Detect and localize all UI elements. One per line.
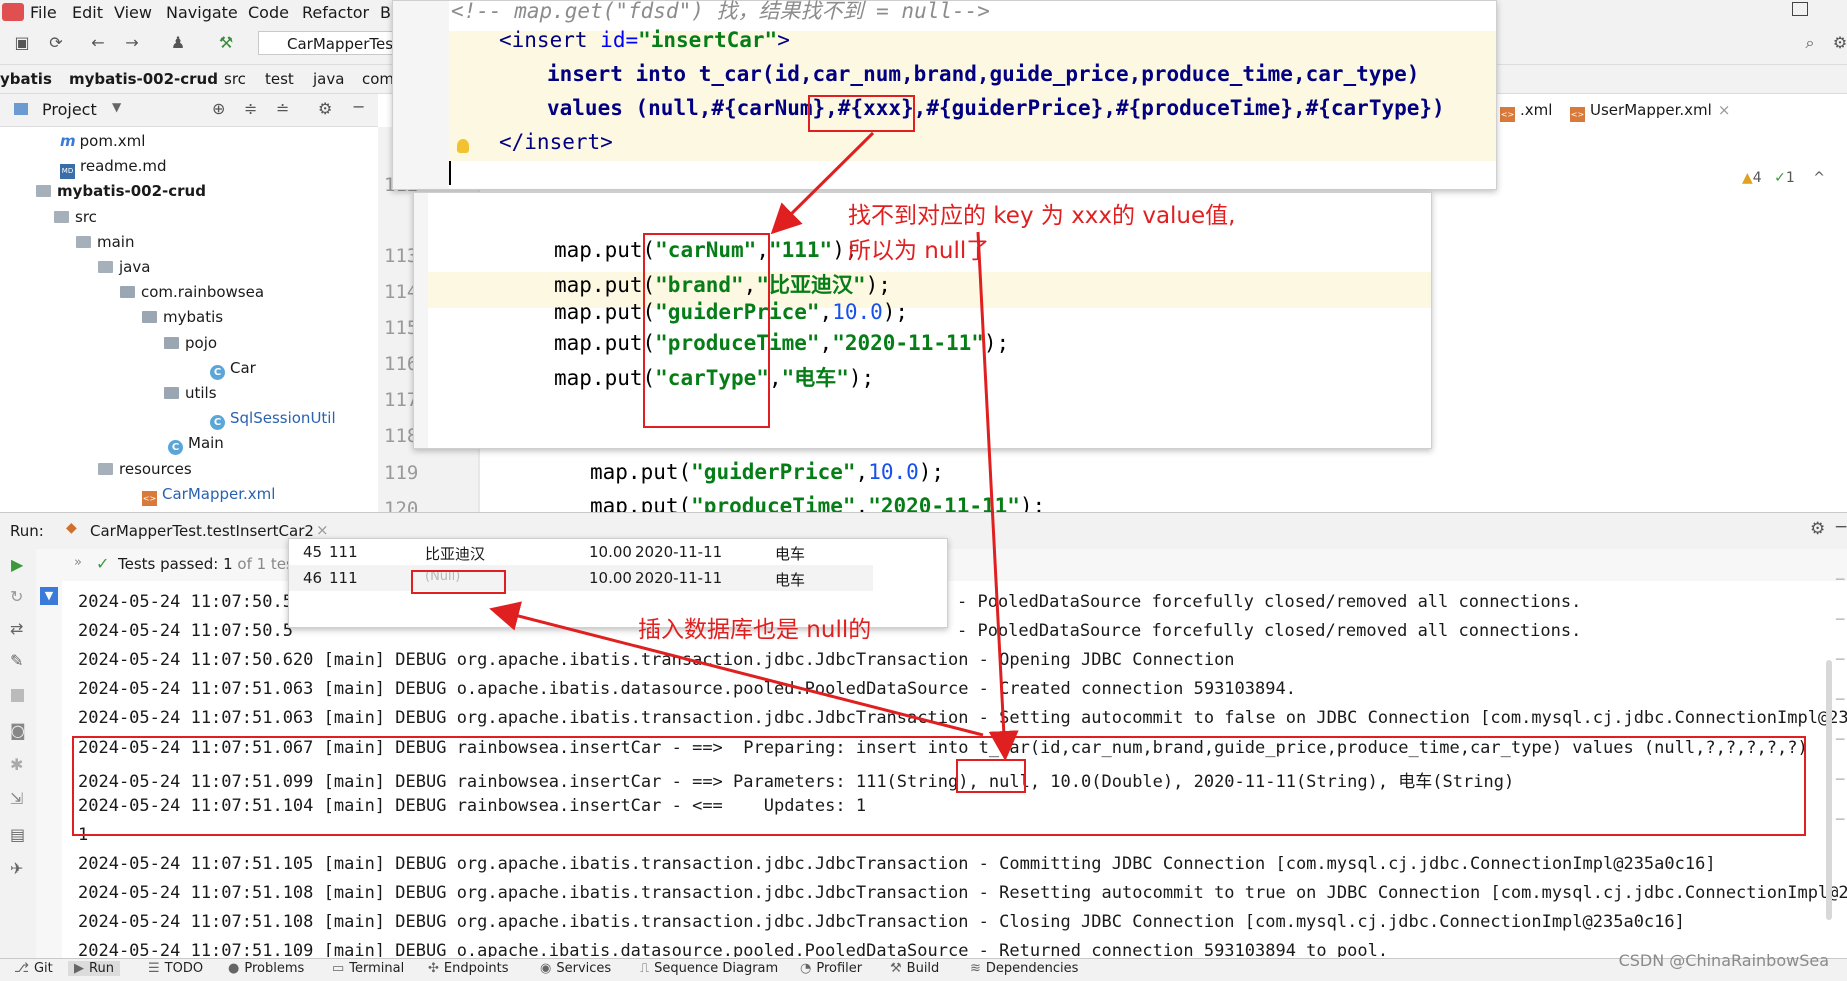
bottom-tab-label: Git <box>33 961 53 976</box>
bottom-tab-terminal[interactable]: ▭ Terminal <box>332 961 404 976</box>
bottom-tab-git[interactable]: ⎇ Git <box>14 961 53 976</box>
bottom-tab-run[interactable]: ▶ Run <box>68 961 120 976</box>
endpoints-icon: ✣ <box>428 961 439 976</box>
sequence-icon: ⎍ <box>640 961 650 976</box>
arrow-to-db-null <box>489 601 984 737</box>
branch-icon: ⎇ <box>14 961 29 976</box>
arrow-to-null-param <box>976 231 1019 761</box>
bottom-tab-endpoints[interactable]: ✣ Endpoints <box>428 961 509 976</box>
hammer-icon: ⚒ <box>890 961 902 976</box>
watermark: CSDN @ChinaRainbowSea <box>1618 951 1829 970</box>
bottom-tab-todo[interactable]: ☰ TODO <box>148 961 203 976</box>
bottom-tab-sequence-diagram[interactable]: ⎍ Sequence Diagram <box>640 961 778 976</box>
annotation-arrows <box>489 131 1019 761</box>
play-icon: ▶ <box>74 961 84 976</box>
info-icon: ● <box>228 961 240 976</box>
list-icon: ☰ <box>148 961 160 976</box>
bottom-tab-build[interactable]: ⚒ Build <box>890 961 939 976</box>
bottom-tab-label: Dependencies <box>985 961 1079 976</box>
bottom-tab-dependencies[interactable]: ≋ Dependencies <box>970 961 1078 976</box>
arrow-xxx-to-keys <box>770 131 875 235</box>
bottom-tab-label: Terminal <box>349 961 405 976</box>
bottom-tab-label: Services <box>556 961 612 976</box>
bottom-tab-services[interactable]: ◉ Services <box>540 961 611 976</box>
bottom-tab-problems[interactable]: ● Problems <box>228 961 304 976</box>
bottom-tab-label: TODO <box>164 961 204 976</box>
bottom-tab-label: Problems <box>244 961 305 976</box>
bottom-tab-label: Profiler <box>816 961 863 976</box>
bottom-tab-label: Endpoints <box>443 961 509 976</box>
bottom-tab-label: Sequence Diagram <box>654 961 779 976</box>
bottom-tab-profiler[interactable]: ◔ Profiler <box>800 961 862 976</box>
bottom-tool-bar: ⎇ Git ▶ Run ☰ TODO ● Problems ▭ Terminal ✣ Endpoint… <box>0 958 1847 981</box>
bottom-tab-label: Build <box>906 961 940 976</box>
services-icon: ◉ <box>540 961 552 976</box>
profiler-icon: ◔ <box>800 961 812 976</box>
bottom-tab-label: Run <box>89 961 114 976</box>
terminal-icon: ▭ <box>332 961 345 976</box>
stack-icon: ≋ <box>970 961 981 976</box>
